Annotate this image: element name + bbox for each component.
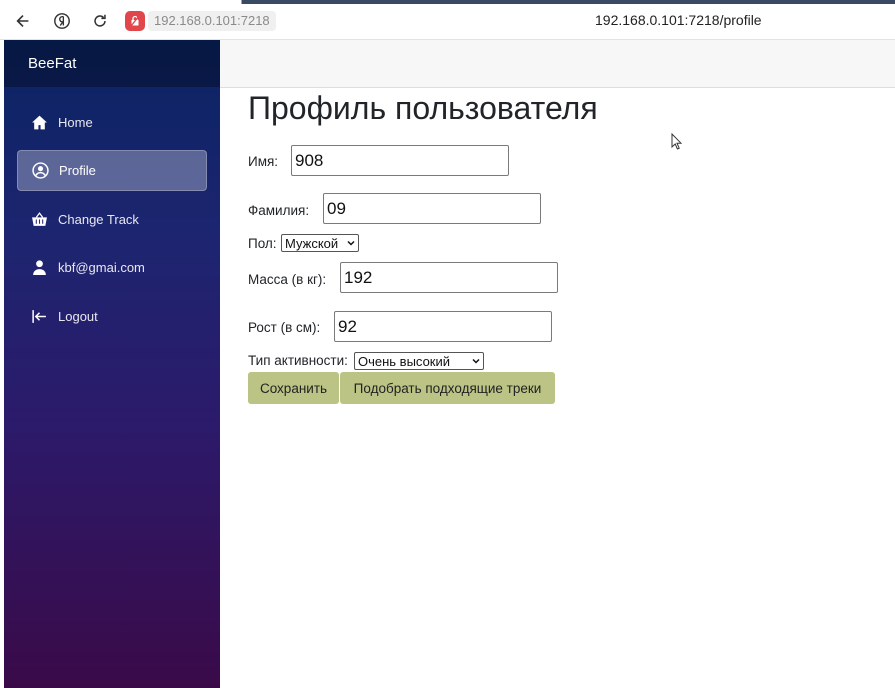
sidebar-item-account[interactable]: kbf@gmai.com	[17, 247, 207, 288]
top-header-bar	[220, 40, 895, 88]
mass-field[interactable]	[340, 262, 558, 293]
sidebar-item-label: Logout	[58, 309, 98, 324]
surname-label: Фамилия:	[248, 203, 310, 218]
height-label: Рост (в см):	[248, 320, 321, 335]
gender-select[interactable]: Мужской	[281, 234, 359, 252]
basket-icon	[30, 211, 48, 229]
address-bar-url[interactable]: 192.168.0.101:7218/profile	[595, 12, 762, 28]
user-circle-icon	[31, 162, 49, 180]
height-field[interactable]	[334, 311, 552, 342]
sidebar-item-profile[interactable]: Profile	[17, 150, 207, 191]
browser-toolbar: 192.168.0.101:7218 192.168.0.101:7218/pr…	[0, 0, 895, 40]
activity-select-value: Очень высокий	[358, 353, 451, 369]
surname-field[interactable]	[323, 193, 541, 224]
activity-select[interactable]: Очень высокий	[354, 352, 484, 370]
sidebar-item-label: Home	[58, 115, 93, 130]
brand-logo-text[interactable]: BeeFat	[28, 55, 76, 72]
home-icon	[30, 114, 48, 132]
browser-tab-strip	[0, 0, 895, 4]
reload-icon[interactable]	[89, 10, 111, 32]
chevron-down-icon	[472, 358, 480, 364]
back-icon[interactable]	[12, 10, 34, 32]
name-label: Имя:	[248, 154, 279, 169]
yandex-icon[interactable]	[51, 10, 73, 32]
sidebar: BeeFat Home Profile Change Track kbf@gma…	[4, 40, 220, 688]
logout-icon	[30, 308, 48, 326]
sidebar-item-home[interactable]: Home	[17, 102, 207, 143]
name-field[interactable]	[291, 145, 509, 176]
chevron-down-icon	[347, 240, 355, 246]
gender-select-value: Мужской	[285, 235, 339, 251]
sidebar-item-logout[interactable]: Logout	[17, 296, 207, 337]
save-button[interactable]: Сохранить	[248, 372, 339, 404]
match-tracks-button[interactable]: Подобрать подходящие треки	[340, 372, 555, 404]
sidebar-item-label: Profile	[59, 163, 96, 178]
insecure-connection-icon[interactable]	[125, 11, 145, 31]
address-chip[interactable]: 192.168.0.101:7218	[148, 11, 276, 31]
mouse-cursor-icon	[671, 133, 683, 150]
mass-label: Масса (в кг):	[248, 272, 327, 287]
page-title: Профиль пользователя	[248, 90, 598, 126]
sidebar-item-label: kbf@gmai.com	[58, 260, 145, 275]
sidebar-item-change-track[interactable]: Change Track	[17, 199, 207, 240]
sidebar-header: BeeFat	[4, 40, 220, 87]
gender-label: Пол:	[248, 236, 277, 251]
activity-label: Тип активности:	[248, 353, 348, 368]
person-icon	[30, 259, 48, 277]
sidebar-item-label: Change Track	[58, 212, 139, 227]
